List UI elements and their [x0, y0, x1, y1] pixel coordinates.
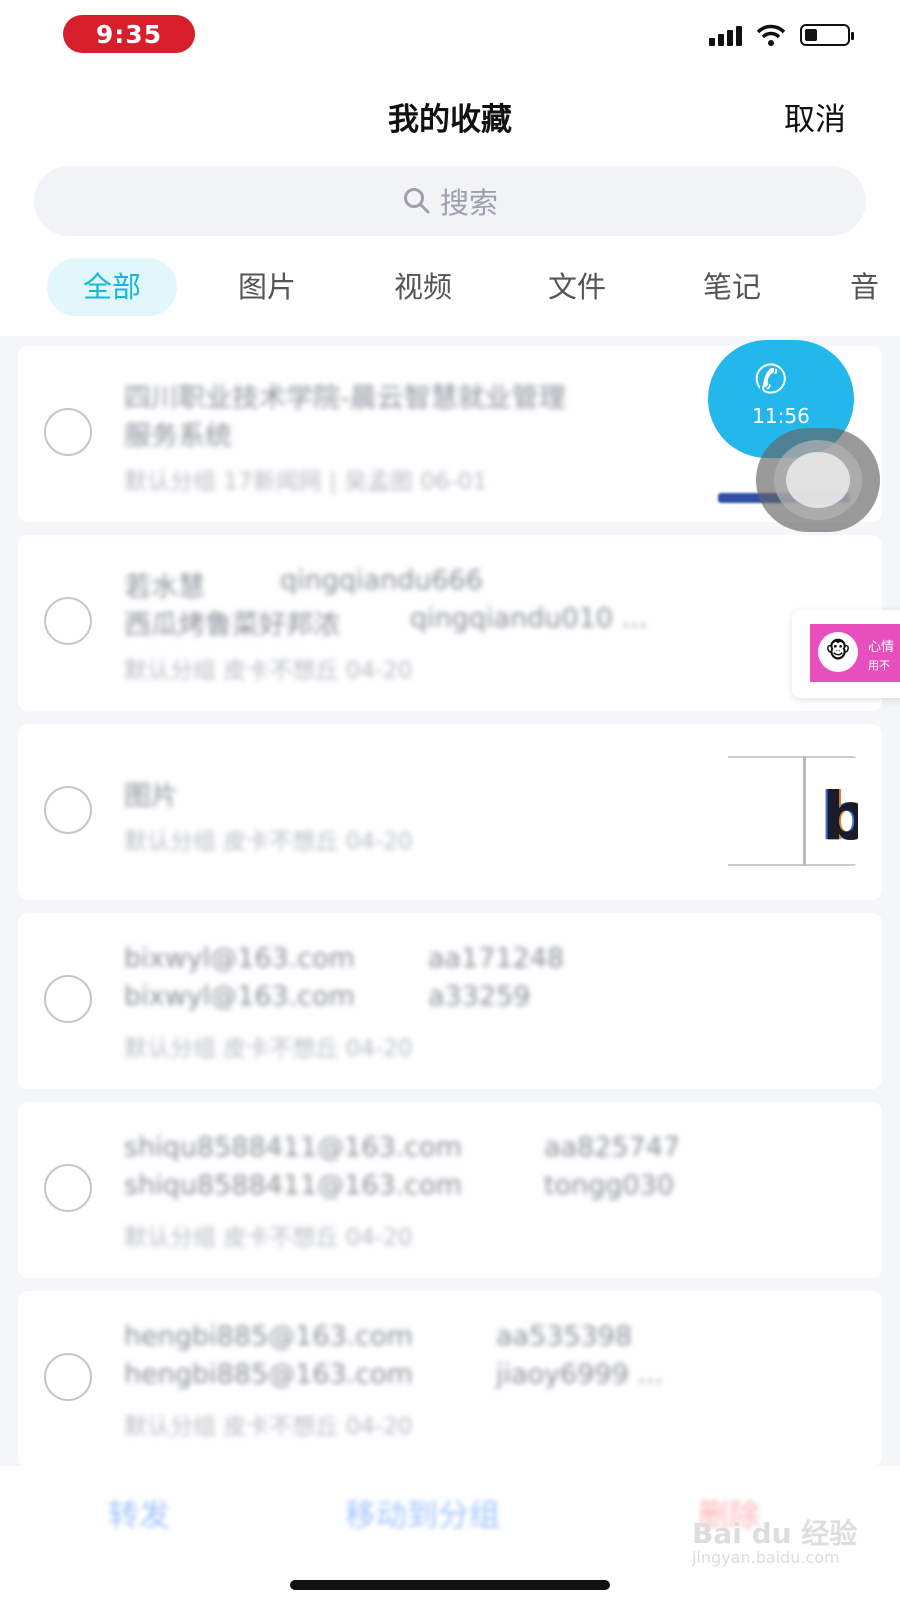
- watermark-logo: Bai du 经验: [692, 1517, 858, 1550]
- tab-all[interactable]: 全部: [47, 258, 177, 316]
- item-title-line2: 服务系统: [124, 421, 232, 452]
- search-area: 搜索: [0, 158, 900, 248]
- call-duration: 11:56: [752, 404, 810, 428]
- assistive-touch-button[interactable]: [756, 428, 880, 532]
- status-bar: 9:35: [0, 0, 900, 70]
- item-meta: 默认分组 皮卡不想丘 04-20: [124, 1414, 413, 1440]
- thumbnail-letter: b: [822, 778, 858, 855]
- page-title: 我的收藏: [388, 102, 512, 138]
- list-item[interactable]: bixwyl@163.com aa171248 bixwyl@163.com a…: [18, 913, 882, 1089]
- select-radio[interactable]: [44, 786, 92, 834]
- item-text: jiaoy6999 ...: [496, 1359, 664, 1390]
- list-item[interactable]: hengbi885@163.com aa535398 hengbi885@163…: [18, 1291, 882, 1466]
- item-meta: 默认分组 皮卡不想丘 04-20: [124, 658, 413, 684]
- image-thumbnail: b: [718, 756, 858, 866]
- item-text: qingqiandu010 ...: [410, 603, 648, 634]
- list-item[interactable]: 若水慧 qingqiandu666 西瓜烤鲁菜好邦浓 qingqiandu010…: [18, 535, 882, 711]
- item-title: 图片: [124, 781, 178, 812]
- item-text: aa825747: [544, 1132, 681, 1163]
- tab-videos[interactable]: 视频: [368, 258, 478, 316]
- search-input[interactable]: 搜索: [34, 166, 866, 236]
- select-radio[interactable]: [44, 408, 92, 456]
- cellular-signal-icon: [709, 24, 742, 46]
- notification-text: 心情: [868, 640, 895, 655]
- wifi-icon: [756, 24, 786, 46]
- phone-icon: ✆: [754, 357, 788, 403]
- item-text: 西瓜烤鲁菜好邦浓: [124, 610, 340, 641]
- item-text: aa171248: [428, 943, 565, 974]
- emoji-face-icon: 🐵: [818, 632, 858, 672]
- item-meta: 默认分组 皮卡不想丘 04-20: [124, 1036, 413, 1062]
- bottom-action-bar: 转发 移动到分组 删除 Bai du 经验 jingyan.baidu.com: [0, 1466, 900, 1600]
- item-text: hengbi885@163.com: [124, 1359, 413, 1390]
- tab-notes[interactable]: 笔记: [677, 258, 787, 316]
- home-indicator[interactable]: [290, 1580, 610, 1590]
- item-text: qingqiandu666: [280, 565, 483, 596]
- notification-subtext: 用不: [868, 659, 890, 672]
- battery-icon: [800, 24, 854, 46]
- move-to-group-button[interactable]: 移动到分组: [345, 1490, 500, 1535]
- forward-button[interactable]: 转发: [108, 1490, 170, 1535]
- item-text: tongg030: [544, 1170, 675, 1201]
- tab-images[interactable]: 图片: [212, 258, 322, 316]
- item-text: hengbi885@163.com: [124, 1321, 413, 1352]
- item-text: shiqu8588411@163.com: [124, 1132, 462, 1163]
- category-tabs: 全部 图片 视频 文件 笔记 音: [0, 248, 900, 336]
- item-text: bixwyl@163.com: [124, 943, 355, 974]
- tab-audio[interactable]: 音: [850, 258, 900, 316]
- watermark-url: jingyan.baidu.com: [692, 1548, 840, 1567]
- item-text: bixwyl@163.com: [124, 981, 355, 1012]
- search-icon: [403, 188, 430, 214]
- item-meta: 默认分组 皮卡不想丘 04-20: [124, 829, 413, 855]
- nav-bar: 我的收藏 取消: [0, 70, 900, 159]
- side-notification[interactable]: 🐵 心情 用不: [792, 610, 900, 698]
- item-meta: 默认分组 皮卡不想丘 04-20: [124, 1225, 413, 1251]
- item-text: 若水慧: [124, 572, 205, 603]
- select-radio[interactable]: [44, 975, 92, 1023]
- cancel-button[interactable]: 取消: [784, 94, 846, 139]
- select-radio[interactable]: [44, 1164, 92, 1212]
- item-text: shiqu8588411@163.com: [124, 1170, 462, 1201]
- item-text: a33259: [428, 981, 531, 1012]
- list-item[interactable]: 图片 默认分组 皮卡不想丘 04-20 b: [18, 724, 882, 900]
- list-item[interactable]: shiqu8588411@163.com aa825747 shiqu85884…: [18, 1102, 882, 1278]
- item-title: 四川职业技术学院-晨云智慧就业管理: [124, 383, 566, 414]
- select-radio[interactable]: [44, 597, 92, 645]
- item-text: aa535398: [496, 1321, 633, 1352]
- item-meta: 默认分组 17新闻网 | 吴孟图 06-01: [124, 469, 488, 495]
- select-radio[interactable]: [44, 1353, 92, 1401]
- search-placeholder: 搜索: [439, 186, 498, 220]
- tab-files[interactable]: 文件: [522, 258, 632, 316]
- status-time[interactable]: 9:35: [63, 15, 195, 53]
